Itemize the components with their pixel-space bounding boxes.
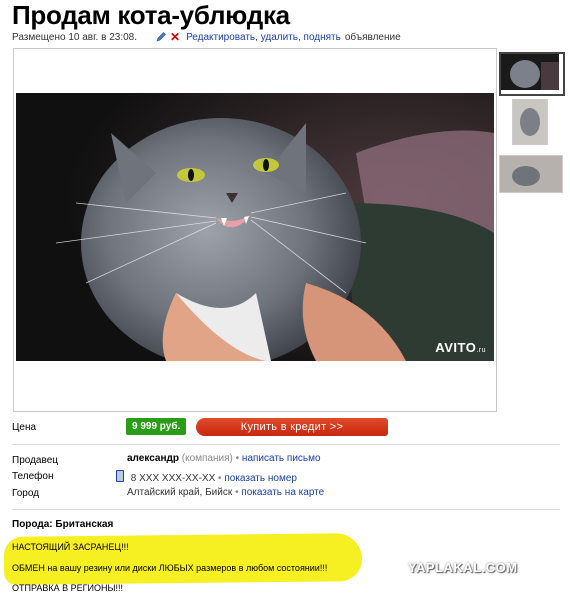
yellow-highlight: [3, 533, 363, 585]
thumbnail-1[interactable]: [499, 52, 565, 96]
buy-on-credit-button[interactable]: Купить в кредит >>: [196, 418, 388, 436]
seller-label: Продавец: [12, 455, 58, 466]
description-line-1: НАСТОЯЩИЙ ЗАСРАНЕЦ!!!: [12, 542, 129, 552]
city-value: Алтайский край, Бийск: [127, 487, 233, 498]
phone-icon: [116, 470, 124, 482]
edit-suffix: объявление: [344, 31, 401, 43]
price-value: 9 999 руб.: [126, 418, 187, 435]
seller-info: александр (компания) • написать письмо: [127, 453, 321, 464]
page-title: Продам кота-ублюдка: [12, 0, 290, 30]
cat-photo[interactable]: AVITO.ru: [16, 93, 494, 361]
phone-info: 8 XXX XXX-XX-XX • показать номер: [116, 470, 297, 484]
cat-image: [16, 93, 494, 361]
description-line-3: ОТПРАВКА В РЕГИОНЫ!!!: [12, 583, 123, 593]
city-info: Алтайский край, Бийск • показать на карт…: [127, 487, 325, 498]
pencil-icon[interactable]: [155, 31, 167, 43]
delete-icon[interactable]: ✕: [170, 30, 180, 44]
description-line-2: ОБМЕН на вашу резину или диски ЛЮБЫХ раз…: [12, 563, 328, 573]
thumbnail-3[interactable]: [499, 155, 563, 193]
seller-name: александр: [127, 453, 179, 464]
divider: [12, 509, 560, 510]
write-message-link[interactable]: написать письмо: [242, 453, 321, 464]
ad-meta: Размещено 10 авг. в 23:08. ✕ Редактирова…: [12, 30, 401, 44]
edit-ad-link[interactable]: Редактировать, удалить, поднять: [186, 32, 341, 43]
phone-number: 8 XXX XXX-XX-XX: [130, 473, 216, 484]
posted-date: Размещено 10 авг. в 23:08.: [12, 31, 137, 43]
thumbnail-2[interactable]: [512, 99, 548, 145]
divider: [12, 444, 560, 445]
show-phone-link[interactable]: показать номер: [224, 473, 297, 484]
seller-type: (компания): [181, 453, 233, 464]
avito-watermark: AVITO.ru: [435, 340, 486, 355]
main-photo-frame: AVITO.ru: [13, 48, 497, 412]
show-on-map-link[interactable]: показать на карте: [241, 487, 324, 498]
yaplakal-watermark: YAPLAKAL.COM: [408, 560, 518, 575]
breed-info: Порода: Британская: [12, 519, 114, 530]
city-label: Город: [12, 488, 40, 499]
price-label: Цена: [12, 422, 37, 433]
phone-label: Телефон: [12, 471, 54, 482]
